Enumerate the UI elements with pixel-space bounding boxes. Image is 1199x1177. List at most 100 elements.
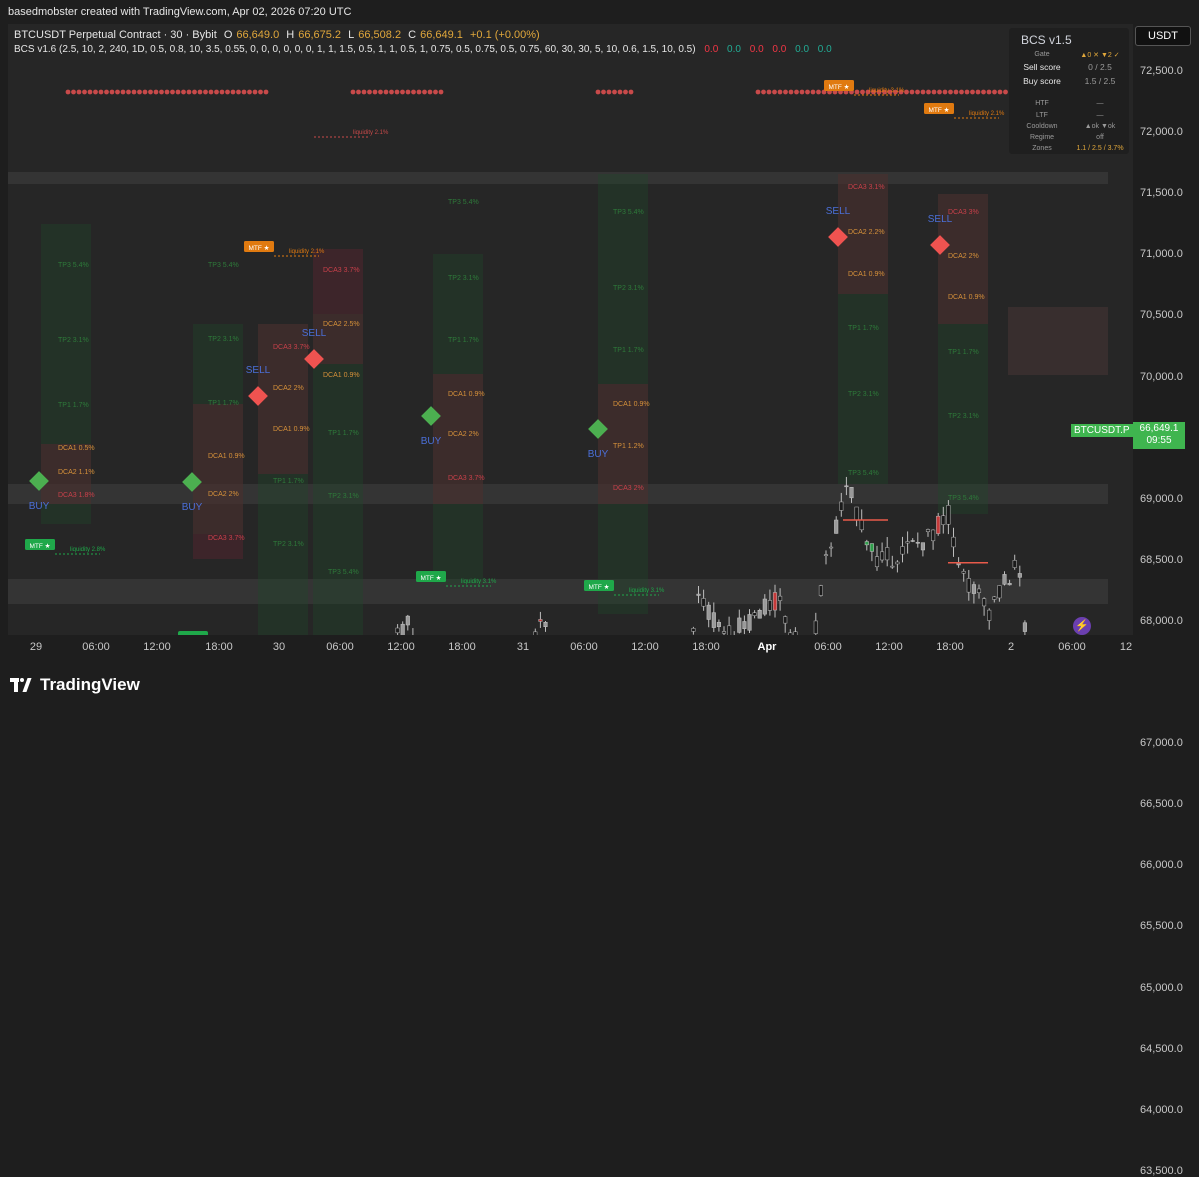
sell-pressure-dot (65, 89, 71, 95)
sell-pressure-dot (236, 89, 241, 95)
candle-body (854, 506, 859, 521)
zone-label: TP1 1.7% (273, 478, 304, 485)
candle-body (706, 604, 711, 620)
bar-countdown: 09:55 (1146, 435, 1172, 446)
time-axis-label: 29 (29, 641, 43, 653)
zone-label: DCA1 0.9% (448, 391, 485, 398)
candle-body (874, 556, 880, 568)
sell-pressure-dot (909, 89, 915, 95)
sell-pressure-dot (942, 89, 948, 95)
open-key: O (223, 29, 233, 41)
sell-pressure-dot (810, 89, 816, 95)
candlestick-chart[interactable]: TP3 5.4% TP2 3.1% TP1 1.7% DCA1 0.5% DCA2 1.… (8, 24, 1133, 635)
change-value: +0.1 (+0.00%) (469, 29, 540, 41)
sell-pressure-dot (623, 89, 628, 95)
sell-pressure-dot (263, 89, 269, 95)
zone-label: DCA1 0.9% (323, 372, 360, 379)
sell-signal-label: SELL (246, 365, 271, 376)
sell-pressure-dot (761, 89, 766, 95)
sell-pressure-dot (241, 89, 247, 95)
close-key: C (408, 29, 417, 41)
sell-signal-label: SELL (928, 214, 953, 225)
low-value: 66,508.2 (358, 29, 402, 41)
sell-pressure-dot (1003, 89, 1008, 95)
sell-pressure-dot (71, 89, 76, 95)
time-axis[interactable]: 29 06:00 12:00 18:00 30 06:00 12:00 18:00 31 06:0… (8, 635, 1133, 661)
price-axis-label: 67,000.0 (1140, 737, 1183, 750)
time-axis-label: 18:00 (448, 641, 476, 653)
candle-body (767, 600, 772, 611)
zone-label: DCA2 2.5% (323, 321, 360, 328)
sell-signal-label: SELL (302, 328, 327, 339)
indicator-value: 0.0 (727, 44, 741, 55)
time-axis-label: 06:00 (1058, 641, 1086, 653)
zone-label: DCA3 3.7% (323, 267, 360, 274)
sell-pressure-dot (427, 89, 433, 95)
buy-signal-label: BUY (588, 449, 609, 460)
sell-pressure-dot (915, 89, 920, 95)
sell-pressure-dot (159, 89, 164, 95)
sell-pressure-dot (860, 89, 865, 95)
sell-pressure-dot (389, 89, 394, 95)
candle-body (701, 598, 706, 607)
sell-pressure-dot (975, 89, 981, 95)
zone-label: DCA2 2% (448, 431, 479, 438)
price-axis-label: 65,500.0 (1140, 920, 1183, 933)
sell-pressure-dot (153, 89, 159, 95)
alert-bolt-icon[interactable]: ⚡ (1073, 617, 1091, 635)
candle-body (915, 542, 920, 544)
mtf-tag-label: MTF ★ (249, 244, 270, 252)
mtf-note: liquidity 2.8% (70, 547, 106, 553)
candle-body (869, 543, 874, 552)
zone-label: DCA1 0.5% (58, 445, 95, 452)
zone-label: TP2 3.1% (208, 336, 239, 343)
sell-pressure-dot (247, 89, 252, 95)
zone-label: TP2 3.1% (273, 541, 304, 548)
zone-label: TP3 5.4% (613, 209, 644, 216)
bcs-info-panel: BCS v1.5 Gate ▲0 ✕ ▼2 ✓ Sell score 0 / 2.5… (1009, 28, 1129, 154)
sell-pressure-dot (772, 89, 777, 95)
candle-body (778, 595, 783, 601)
chart-pane[interactable]: TP3 5.4% TP2 3.1% TP1 1.7% DCA1 0.5% DCA2 1.… (8, 24, 1133, 635)
zone-label: DCA3 1.8% (58, 492, 95, 499)
candle-body (971, 584, 976, 594)
tradingview-logo[interactable]: TradingView (10, 675, 140, 695)
time-axis-label: 30 (272, 641, 286, 653)
liquidity-band (1008, 307, 1108, 375)
candle-body (859, 519, 864, 531)
candle-body (1017, 573, 1022, 578)
time-axis-label: Apr (757, 641, 777, 653)
price-axis[interactable]: 72,500.0 72,000.0 71,500.0 71,000.0 70,500.0… (1133, 24, 1199, 1177)
price-axis-label: 72,500.0 (1140, 65, 1183, 77)
low-key: L (348, 29, 355, 41)
time-axis-label: 12:00 (387, 641, 415, 653)
zone-label: TP2 3.1% (328, 493, 359, 500)
price-axis-label: 64,500.0 (1140, 1042, 1183, 1055)
price-axis-label: 65,000.0 (1140, 981, 1183, 994)
indicator-legend[interactable]: BCS v1.6 (2.5, 10, 2, 240, 1D, 0.5, 0.8,… (14, 44, 832, 55)
price-axis-label: 66,500.0 (1140, 798, 1183, 811)
zone-label: TP2 3.1% (848, 391, 879, 398)
indicator-params[interactable]: BCS v1.6 (2.5, 10, 2, 240, 1D, 0.5, 0.8,… (14, 44, 696, 55)
sell-pressure-dot (104, 89, 109, 95)
zone-label: TP2 3.1% (948, 413, 979, 420)
candle-body (880, 551, 885, 561)
symbol-legend[interactable]: BTCUSDT Perpetual Contract · 30 · Bybit … (14, 29, 544, 41)
candle-body (885, 547, 890, 561)
symbol-name[interactable]: BTCUSDT Perpetual Contract · 30 · Bybit (14, 29, 217, 41)
buy-signal-label: BUY (29, 501, 50, 512)
candle-body (931, 529, 936, 542)
currency-selector[interactable]: USDT (1135, 26, 1191, 46)
mtf-note: liquidity 3.1% (461, 579, 497, 585)
candle-body (543, 622, 548, 627)
sell-pressure-dot (192, 89, 197, 95)
sell-pressure-dot (170, 89, 175, 95)
mtf-note: liquidity 3.1% (629, 588, 665, 594)
time-axis-label: 18:00 (205, 641, 233, 653)
sell-pressure-dot (405, 89, 411, 95)
sell-pressure-dot (854, 89, 860, 95)
sell-pressure-dot (137, 89, 142, 95)
close-value: 66,649.1 (420, 29, 463, 41)
sell-pressure-dot (87, 89, 93, 95)
zone-label: TP1 1.7% (58, 402, 89, 409)
